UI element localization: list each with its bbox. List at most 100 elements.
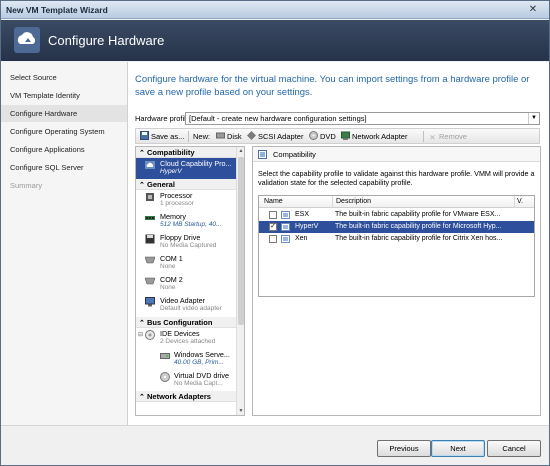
tree-item-value: No Media Capt... [174, 380, 223, 387]
checkbox-checked[interactable]: ✓ [269, 223, 277, 231]
processor-icon [146, 193, 154, 201]
video-adapter-icon [145, 297, 155, 307]
column-name[interactable]: Name [264, 198, 283, 205]
save-as-button[interactable]: Save as... [140, 131, 184, 142]
nav-item-select-source[interactable]: Select Source [1, 69, 127, 86]
hardware-toolbar: Save as... New: Disk SCSI Adapter DVD Ne… [135, 128, 540, 144]
tree-item-title: Video Adapter [160, 296, 206, 305]
section-network-adapters[interactable]: ⌃ Network Adapters [136, 391, 236, 402]
checkbox[interactable] [269, 211, 277, 219]
hard-disk-icon [160, 353, 170, 359]
nav-item-configure-operating-system[interactable]: Configure Operating System [1, 123, 127, 140]
tree-item-cloud-capability[interactable]: Cloud Capability Pro... HyperV [136, 158, 236, 179]
section-compatibility-label: Compatibility [147, 148, 195, 157]
tree-item-value: HyperV [160, 168, 182, 175]
new-scsi-adapter-button[interactable]: SCSI Adapter [247, 131, 303, 142]
section-network-label: Network Adapters [147, 392, 211, 401]
page-title: Configure Hardware [48, 33, 165, 48]
section-bus-configuration[interactable]: ⌃ Bus Configuration [136, 317, 236, 328]
profile-description: The built-in fabric capability profile f… [335, 211, 501, 218]
section-compatibility[interactable]: ⌃ Compatibility [136, 147, 236, 158]
remove-button[interactable]: ✕ Remove [428, 131, 467, 142]
com-port-icon [145, 277, 155, 285]
hardware-profile-value: [Default - create new hardware configura… [189, 114, 367, 123]
memory-icon [145, 216, 155, 220]
profile-row-xen[interactable]: Xen The built-in fabric capability profi… [259, 233, 534, 245]
network-adapter-icon [341, 131, 350, 140]
dvd-icon [160, 372, 170, 382]
toolbar-divider [188, 131, 189, 142]
dvd-icon [309, 131, 318, 140]
title-bar: New VM Template Wizard ✕ [1, 1, 549, 19]
column-validation[interactable]: V. [517, 198, 523, 205]
main-panel: Configure hardware for the virtual machi… [128, 62, 549, 425]
tree-item-windows-server-disk[interactable]: Windows Serve... 40.00 GB, Prim... [136, 349, 236, 370]
tree-item-processor[interactable]: Processor 1 processor [136, 190, 236, 211]
cloud-icon [145, 161, 155, 169]
tree-item-value: None [160, 284, 176, 291]
disk-label: Disk [227, 132, 242, 141]
collapse-icon[interactable]: ⌃ [139, 392, 147, 403]
tree-item-ide-devices[interactable]: ⊟ IDE Devices 2 Devices attached [136, 328, 236, 349]
profile-row-hyperv[interactable]: ✓ HyperV The built-in fabric capability … [259, 221, 534, 233]
tree-item-video-adapter[interactable]: Video Adapter Default video adapter [136, 295, 236, 316]
tree-item-com2[interactable]: COM 2 None [136, 274, 236, 295]
toolbar-divider [423, 131, 424, 142]
close-icon[interactable]: ✕ [525, 3, 541, 16]
tree-item-title: Processor [160, 191, 193, 200]
profile-row-esx[interactable]: ESX The built-in fabric capability profi… [259, 209, 534, 221]
new-network-adapter-button[interactable]: Network Adapter [341, 131, 407, 142]
window-title: New VM Template Wizard [6, 5, 108, 15]
detail-header: Compatibility [253, 147, 540, 162]
column-description[interactable]: Description [336, 198, 371, 205]
network-adapter-label: Network Adapter [352, 132, 408, 141]
disk-icon [216, 132, 225, 139]
tree-item-virtual-dvd-drive[interactable]: Virtual DVD drive No Media Capt... [136, 370, 236, 391]
nav-item-summary: Summary [10, 181, 43, 190]
tree-item-title: Memory [160, 212, 186, 221]
column-divider [514, 196, 515, 208]
nav-item-configure-hardware[interactable]: Configure Hardware [1, 105, 127, 122]
chevron-down-icon[interactable]: ▼ [528, 113, 539, 124]
page-intro: Configure hardware for the virtual machi… [135, 74, 530, 98]
compatibility-icon [258, 150, 267, 159]
tree-item-value: 1 processor [160, 200, 194, 207]
next-button[interactable]: Next [431, 440, 485, 457]
collapse-node-icon[interactable]: ⊟ [138, 331, 143, 338]
tree-item-memory[interactable]: Memory 512 MB Startup, 40... [136, 211, 236, 232]
tree-item-title: COM 1 [160, 254, 183, 263]
hardware-cloud-icon [14, 27, 40, 53]
section-general[interactable]: ⌃ General [136, 179, 236, 190]
section-general-label: General [147, 180, 175, 189]
scsi-adapter-icon [247, 131, 256, 140]
capability-profile-icon [281, 235, 290, 243]
tree-scrollbar[interactable]: ▲ ▼ [236, 147, 244, 415]
wizard-banner: Configure Hardware [1, 20, 549, 61]
detail-description: Select the capability profile to validat… [258, 169, 535, 187]
new-disk-button[interactable]: Disk [216, 131, 242, 142]
hardware-profile-select[interactable]: [Default - create new hardware configura… [185, 112, 540, 125]
wizard-footer: Previous Next Cancel [1, 425, 549, 465]
profile-name: Xen [295, 235, 308, 242]
scrollbar-thumb[interactable] [238, 157, 244, 325]
profile-name: ESX [295, 211, 310, 218]
remove-icon: ✕ [429, 133, 436, 142]
new-dvd-button[interactable]: DVD [309, 131, 336, 142]
scroll-up-icon[interactable]: ▲ [237, 147, 244, 155]
nav-item-vm-template-identity[interactable]: VM Template Identity [1, 87, 127, 104]
wizard-steps-nav: Select Source VM Template Identity Confi… [1, 62, 128, 425]
tree-item-title: Floppy Drive [160, 233, 201, 242]
section-bus-label: Bus Configuration [147, 318, 213, 327]
checkbox[interactable] [269, 235, 277, 243]
ide-devices-icon [145, 330, 155, 340]
wizard-window: New VM Template Wizard ✕ Configure Hardw… [0, 0, 550, 466]
tree-item-com1[interactable]: COM 1 None [136, 253, 236, 274]
previous-button[interactable]: Previous [377, 440, 431, 457]
tree-item-title: Cloud Capability Pro... [160, 159, 232, 168]
tree-item-floppy-drive[interactable]: Floppy Drive No Media Captured [136, 232, 236, 253]
nav-item-configure-applications[interactable]: Configure Applications [1, 141, 127, 158]
nav-item-configure-sql-server[interactable]: Configure SQL Server [1, 159, 127, 176]
scroll-down-icon[interactable]: ▼ [237, 407, 244, 415]
cancel-button[interactable]: Cancel [487, 440, 541, 457]
save-icon [140, 131, 149, 140]
